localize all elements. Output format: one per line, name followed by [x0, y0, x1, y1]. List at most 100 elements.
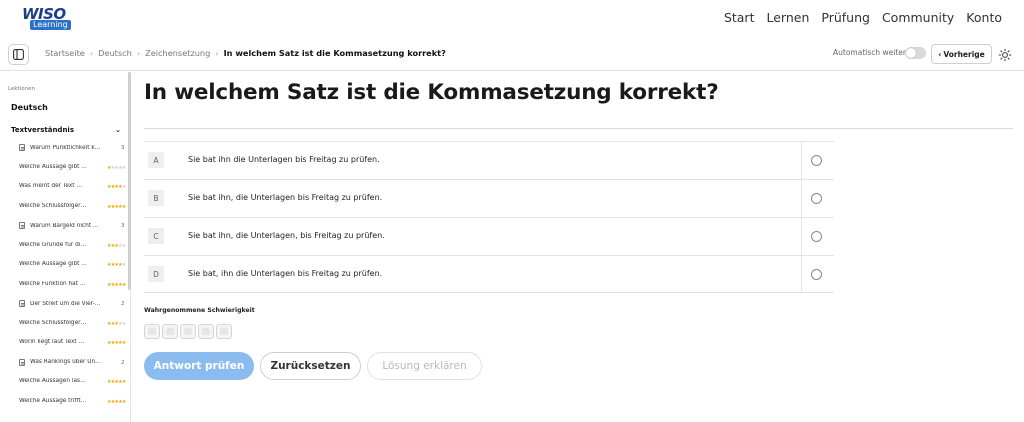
nav-link-start[interactable]: Start [724, 10, 755, 25]
auto-next-label: Automatisch weiter [833, 48, 906, 57]
breadcrumb-startseite[interactable]: Startseite [45, 48, 85, 58]
sidebar-item-label: Worin liegt laut Text … [19, 339, 85, 345]
answer-divider [801, 256, 802, 292]
sidebar-exercise-item[interactable]: Welche Gründe für di… [19, 242, 96, 248]
star-empty-icon: ★ [121, 184, 126, 190]
sidebar-group-textverstaendnis[interactable]: Textverständnis ⌄ [11, 126, 121, 134]
wiso-logo[interactable]: WISO Learning [22, 5, 71, 33]
difficulty-label: Wahrgenommene Schwierigkeit [144, 307, 255, 314]
check-answer-button[interactable]: Antwort prüfen [144, 352, 254, 380]
top-navigation: WISO Learning Start Lernen Prüfung Commu… [0, 0, 1024, 38]
sidebar-exercise-item[interactable]: Welche Schlussfolger… [19, 320, 96, 326]
sidebar-item-label: Welche Aussage gibt … [19, 261, 88, 267]
sidebar-item-label: Welche Aussage trifft… [19, 397, 87, 404]
difficulty-stars: ★★★★★ [107, 204, 126, 210]
sidebar-exercise-item[interactable]: Welche Aussage gibt … [19, 164, 96, 170]
answer-radio[interactable] [811, 155, 822, 166]
sidebar-toggle-button[interactable] [8, 44, 29, 65]
difficulty-stars: ★★★★★ [107, 340, 126, 346]
explain-solution-button[interactable]: Lösung erklären [367, 352, 482, 380]
lesson-count-badge: 3 [121, 145, 125, 151]
sidebar-item-label: Was Rankings über Un… [30, 359, 101, 365]
sidebar-course-title[interactable]: Deutsch [11, 103, 48, 112]
difficulty-level-4[interactable] [198, 324, 214, 339]
star-filled-icon: ★ [121, 398, 126, 405]
breadcrumb-separator: › [136, 48, 141, 58]
star-empty-icon: ★ [121, 262, 126, 268]
sidebar-item-label: Der Streit um die Vier-… [30, 300, 101, 307]
sidebar-exercise-item[interactable]: Welche Aussage gibt … [19, 261, 96, 267]
star-empty-icon: ★ [121, 242, 126, 249]
breadcrumb-zeichensetzung[interactable]: Zeichensetzung [145, 48, 210, 58]
answer-text: Sie bat ihn, die Unterlagen, bis Freitag… [188, 231, 385, 240]
previous-button[interactable]: ‹ Vorherige [931, 44, 992, 64]
breadcrumb: Startseite › Deutsch › Zeichensetzung › … [45, 48, 446, 58]
sidebar-item-label: Welche Gründe für di… [19, 241, 87, 248]
difficulty-level-2[interactable] [162, 324, 178, 339]
auto-next-toggle[interactable] [905, 47, 926, 59]
answer-radio[interactable] [811, 269, 822, 280]
sidebar-group-label: Textverständnis [11, 126, 74, 134]
lesson-count-badge: 3 [121, 223, 125, 229]
sidebar-exercise-item[interactable]: Welche Aussagen las… [19, 378, 96, 384]
sidebar-item-label: Warum Pünktlichkeit k… [30, 144, 101, 151]
answer-letter: B [148, 190, 164, 206]
answer-radio[interactable] [811, 193, 822, 204]
difficulty-level-5[interactable] [216, 324, 232, 339]
difficulty-stars: ★★★★★ [107, 398, 126, 405]
star-empty-icon: ★ [121, 164, 126, 171]
difficulty-stars: ★★★★★ [107, 262, 126, 268]
answer-option-d[interactable]: D Sie bat, ihn die Unterlagen bis Freita… [144, 255, 834, 293]
toolbar: Startseite › Deutsch › Zeichensetzung › … [0, 38, 1024, 71]
sidebar-item-label: Welche Aussage gibt … [19, 163, 88, 170]
sidebar-lesson-item[interactable]: Was Rankings über Un… [19, 358, 110, 366]
breadcrumb-current: In welchem Satz ist die Kommasetzung kor… [223, 48, 446, 58]
reset-button[interactable]: Zurücksetzen [260, 352, 361, 380]
breadcrumb-deutsch[interactable]: Deutsch [98, 48, 132, 58]
sidebar-item-label: Was meint der Text … [19, 183, 83, 189]
sidebar-exercise-item[interactable]: Welche Aussage trifft… [19, 398, 96, 404]
lesson-sidebar: Lektionen Deutsch Textverständnis ⌄ Waru… [0, 72, 131, 422]
star-filled-icon: ★ [121, 379, 126, 385]
title-divider [144, 128, 1013, 129]
answer-option-b[interactable]: B Sie bat ihn, die Unterlagen bis Freita… [144, 179, 834, 217]
sidebar-lesson-item[interactable]: Der Streit um die Vier-… [19, 300, 110, 307]
sidebar-scrollbar[interactable] [128, 72, 131, 290]
theme-toggle-button[interactable] [998, 47, 1012, 62]
chevron-left-icon: ‹ [938, 49, 942, 59]
nav-link-konto[interactable]: Konto [966, 10, 1002, 25]
previous-button-label: Vorherige [943, 49, 985, 59]
sidebar-exercise-item[interactable]: Welche Funktion hat … [19, 281, 96, 287]
answer-letter: D [148, 266, 164, 282]
breadcrumb-separator: › [215, 48, 219, 58]
sun-icon [998, 48, 1012, 62]
answer-radio[interactable] [811, 231, 822, 242]
answer-text: Sie bat ihn die Unterlagen bis Freitag z… [188, 155, 380, 164]
star-filled-icon: ★ [121, 340, 126, 346]
sidebar-item-label: Welche Schlussfolger… [19, 202, 87, 209]
answer-option-c[interactable]: C Sie bat ihn, die Unterlagen, bis Freit… [144, 217, 834, 255]
difficulty-level-1[interactable] [144, 324, 160, 339]
sidebar-exercise-item[interactable]: Was meint der Text … [19, 183, 96, 189]
sidebar-lesson-item[interactable]: Warum Pünktlichkeit k… [19, 144, 110, 151]
sidebar-exercise-item[interactable]: Welche Schlussfolger… [19, 203, 96, 209]
document-icon [19, 358, 25, 366]
sidebar-exercise-item[interactable]: Worin liegt laut Text … [19, 339, 96, 345]
difficulty-level-3[interactable] [180, 324, 196, 339]
nav-link-lernen[interactable]: Lernen [766, 10, 809, 25]
main-menu: Start Lernen Prüfung Community Konto [724, 10, 1002, 25]
answer-option-a[interactable]: A Sie bat ihn die Unterlagen bis Freitag… [144, 141, 834, 179]
difficulty-stars: ★★★★★ [107, 379, 126, 385]
sidebar-item-label: Welche Schlussfolger… [19, 319, 87, 326]
difficulty-stars: ★★★★★ [107, 242, 126, 249]
answer-letter: C [148, 228, 164, 244]
document-icon [19, 144, 25, 151]
sidebar-lesson-item[interactable]: Warum Bargeld nicht … [19, 222, 110, 229]
breadcrumb-separator: › [89, 48, 94, 58]
nav-link-community[interactable]: Community [882, 10, 954, 25]
nav-link-pruefung[interactable]: Prüfung [821, 10, 870, 25]
star-filled-icon: ★ [121, 281, 126, 288]
answer-divider [801, 180, 802, 217]
answer-letter: A [148, 152, 164, 168]
question-title: In welchem Satz ist die Kommasetzung kor… [144, 80, 719, 105]
